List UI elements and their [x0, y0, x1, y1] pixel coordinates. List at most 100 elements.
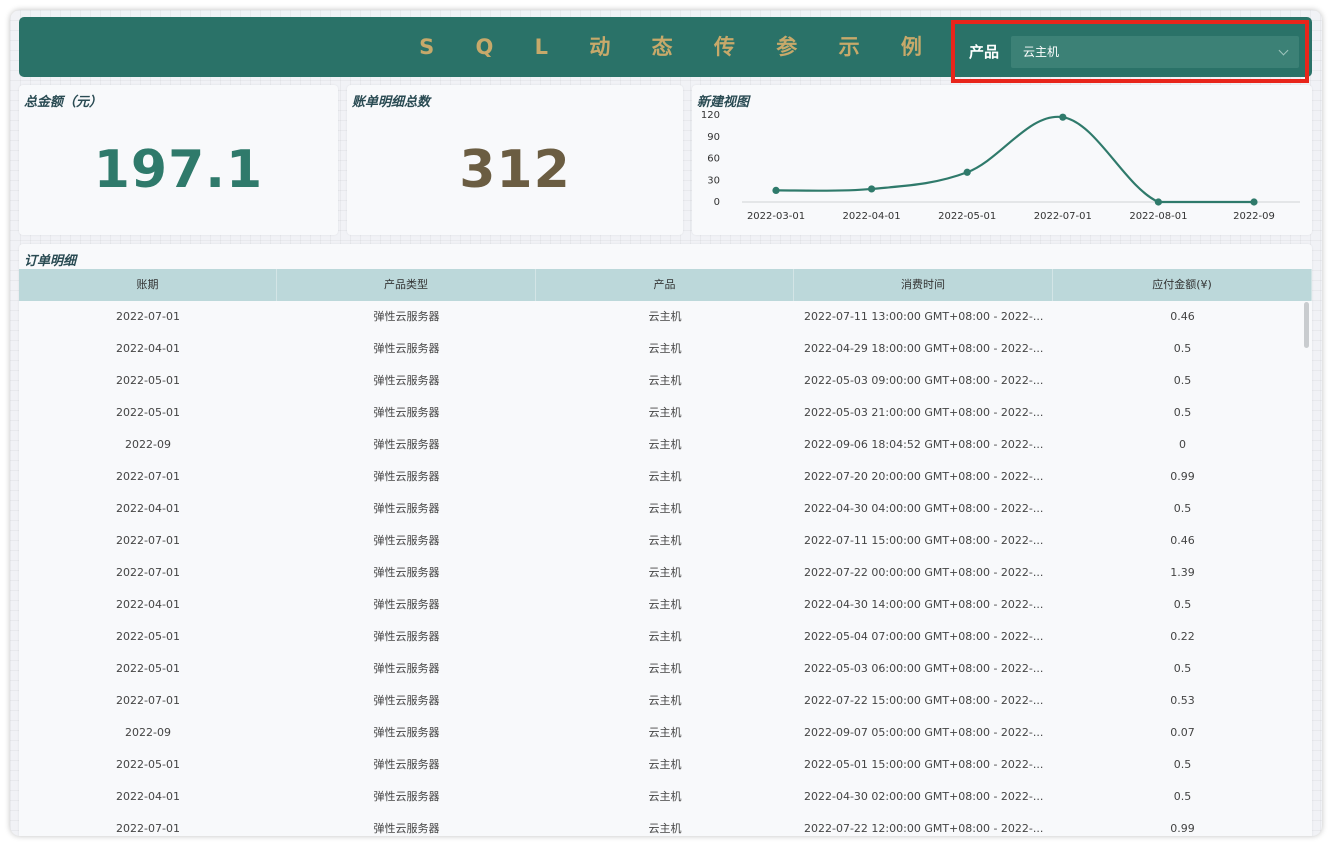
table-cell: 0.5	[1173, 342, 1192, 355]
table-cell: 弹性云服务器	[373, 790, 440, 803]
series-line	[775, 115, 1254, 204]
table-cell: 2022-05-01	[116, 630, 180, 643]
column-header[interactable]: 产品类型	[277, 269, 536, 301]
table-cell: 2022-04-30 04:00:00 GMT+08:00 - 2022-...	[804, 502, 1044, 515]
product-filter-value: 云主机	[1023, 45, 1060, 59]
table-cell: 云主机	[648, 598, 682, 611]
product-filter-select[interactable]: 云主机	[1011, 36, 1299, 68]
order-table-card: 订单明细 账期 产品类型 产品 消费时间 应付金额(¥) 2022-07-01 弹性云服务…	[19, 244, 1312, 836]
table-cell: 弹性云服务器	[373, 630, 440, 643]
table-cell: 弹性云服务器	[373, 726, 440, 739]
product-filter-label: 产品	[969, 43, 1000, 61]
table-cell: 0.5	[1173, 598, 1192, 611]
table-cell: 0	[1179, 438, 1186, 451]
x-tick-label: 2022-03-01	[747, 211, 805, 222]
table-cell: 2022-05-01	[116, 758, 180, 771]
table-cell: 2022-04-01	[116, 790, 180, 803]
table-cell: 0.99	[1170, 822, 1195, 835]
table-row[interactable]: 2022-05-01 弹性云服务器 云主机 2022-05-03 06:00:00 G…	[19, 653, 1312, 685]
table-cell: 弹性云服务器	[373, 374, 440, 387]
data-point[interactable]	[772, 186, 780, 194]
table-cell: 0.46	[1170, 534, 1195, 547]
x-tick-label: 2022-09	[1233, 211, 1275, 222]
column-header[interactable]: 产品	[536, 269, 794, 301]
table-cell: 2022-07-11 13:00:00 GMT+08:00 - 2022-...	[804, 310, 1044, 323]
data-point[interactable]	[1250, 198, 1258, 206]
x-tick-label: 2022-07-01	[1034, 211, 1092, 222]
table-cell: 0.5	[1173, 790, 1192, 803]
table-row[interactable]: 2022-07-01 弹性云服务器 云主机 2022-07-11 15:00:00 G…	[19, 525, 1312, 557]
table-row[interactable]: 2022-04-01 弹性云服务器 云主机 2022-04-30 14:00:00 G…	[19, 589, 1312, 621]
column-header[interactable]: 应付金额(¥)	[1053, 269, 1312, 301]
data-point[interactable]	[1059, 113, 1067, 121]
x-tick-label: 2022-08-01	[1129, 211, 1187, 222]
table-cell: 云主机	[648, 726, 682, 739]
table-cell: 2022-07-20 20:00:00 GMT+08:00 - 2022-...	[804, 470, 1044, 483]
table-row[interactable]: 2022-07-01 弹性云服务器 云主机 2022-07-22 00:00:00 G…	[19, 557, 1312, 589]
table-row[interactable]: 2022-07-01 弹性云服务器 云主机 2022-07-20 20:00:00 G…	[19, 461, 1312, 493]
y-tick-label: 90	[707, 132, 720, 143]
kpi-count-value: 312	[459, 140, 571, 200]
table-cell: 2022-07-11 15:00:00 GMT+08:00 - 2022-...	[804, 534, 1044, 547]
x-tick-label: 2022-05-01	[938, 211, 996, 222]
table-cell: 2022-09-07 05:00:00 GMT+08:00 - 2022-...	[804, 726, 1044, 739]
table-title: 订单明细	[24, 254, 77, 269]
table-cell: 云主机	[648, 534, 682, 547]
table-cell: 0.22	[1170, 630, 1195, 643]
table-cell: 云主机	[648, 630, 682, 643]
dashboard-frame: S Q L 动 态 传 参 示 例 产品 云主机 总金额（元） 197.1 账单…	[10, 10, 1322, 836]
product-filter-highlight: 产品 云主机	[951, 20, 1309, 83]
data-point[interactable]	[868, 185, 876, 193]
kpi-total-card: 总金额（元） 197.1	[19, 85, 338, 235]
x-tick-label: 2022-04-01	[843, 211, 901, 222]
table-cell: 2022-05-03 09:00:00 GMT+08:00 - 2022-...	[804, 374, 1044, 387]
table-cell: 2022-09-06 18:04:52 GMT+08:00 - 2022-...	[804, 438, 1044, 451]
dashboard-header: S Q L 动 态 传 参 示 例 产品 云主机	[19, 17, 1312, 83]
table-row[interactable]: 2022-05-01 弹性云服务器 云主机 2022-05-03 09:00:00 G…	[19, 365, 1312, 397]
kpi-count-title: 账单明细总数	[352, 95, 431, 110]
table-cell: 0.5	[1173, 374, 1192, 387]
kpi-total-value: 197.1	[93, 140, 264, 200]
data-point[interactable]	[1154, 198, 1162, 206]
table-row[interactable]: 2022-09 弹性云服务器 云主机 2022-09-06 18:04:52 GMT+…	[19, 429, 1312, 461]
table-cell: 2022-07-22 15:00:00 GMT+08:00 - 2022-...	[804, 694, 1044, 707]
chevron-down-icon	[1278, 45, 1289, 56]
table-cell: 云主机	[648, 470, 682, 483]
table-cell: 弹性云服务器	[373, 438, 440, 451]
table-cell: 2022-05-01 15:00:00 GMT+08:00 - 2022-...	[804, 758, 1044, 771]
table-cell: 弹性云服务器	[373, 694, 440, 707]
table-row[interactable]: 2022-04-01 弹性云服务器 云主机 2022-04-30 02:00:00 G…	[19, 781, 1312, 813]
table-cell: 0.5	[1173, 662, 1192, 675]
column-header[interactable]: 消费时间	[794, 269, 1053, 301]
table-cell: 2022-05-01	[116, 662, 180, 675]
column-header[interactable]: 账期	[19, 269, 277, 301]
table-row[interactable]: 2022-05-01 弹性云服务器 云主机 2022-05-01 15:00:00 G…	[19, 749, 1312, 781]
table-cell: 2022-07-01	[116, 566, 180, 579]
table-cell: 弹性云服务器	[373, 662, 440, 675]
table-row[interactable]: 2022-07-01 弹性云服务器 云主机 2022-07-11 13:00:00 G…	[19, 301, 1312, 333]
table-cell: 0.53	[1170, 694, 1195, 707]
table-row[interactable]: 2022-04-01 弹性云服务器 云主机 2022-04-30 04:00:00 G…	[19, 493, 1312, 525]
table-row[interactable]: 2022-09 弹性云服务器 云主机 2022-09-07 05:00:00 GMT+…	[19, 717, 1312, 749]
table-cell: 2022-07-22 12:00:00 GMT+08:00 - 2022-...	[804, 822, 1044, 835]
table-cell: 弹性云服务器	[373, 822, 440, 835]
table-cell: 2022-04-01	[116, 598, 180, 611]
table-cell: 0.5	[1173, 758, 1192, 771]
table-row[interactable]: 2022-07-01 弹性云服务器 云主机 2022-07-22 15:00:00 G…	[19, 685, 1312, 717]
table-header: 账期 产品类型 产品 消费时间 应付金额(¥)	[19, 269, 1312, 301]
table-cell: 云主机	[648, 502, 682, 515]
table-row[interactable]: 2022-05-01 弹性云服务器 云主机 2022-05-04 07:00:00 G…	[19, 621, 1312, 653]
table-cell: 弹性云服务器	[373, 502, 440, 515]
table-cell: 2022-07-01	[116, 534, 180, 547]
table-cell: 0.5	[1173, 502, 1192, 515]
table-cell: 2022-05-03 21:00:00 GMT+08:00 - 2022-...	[804, 406, 1044, 419]
table-cell: 2022-04-01	[116, 502, 180, 515]
table-row[interactable]: 2022-04-01 弹性云服务器 云主机 2022-04-29 18:00:00 G…	[19, 333, 1312, 365]
kpi-total-title: 总金额（元）	[24, 95, 103, 110]
table-row[interactable]: 2022-05-01 弹性云服务器 云主机 2022-05-03 21:00:00 G…	[19, 397, 1312, 429]
line-chart: 0 30 60 90 120 2022-03-01 2022-04-01 2022-05-01…	[701, 110, 1300, 222]
table-scrollbar[interactable]	[1304, 302, 1309, 348]
data-point[interactable]	[963, 168, 971, 176]
table-cell: 弹性云服务器	[373, 566, 440, 579]
table-row[interactable]: 2022-07-01 弹性云服务器 云主机 2022-07-22 12:00:00 G…	[19, 813, 1312, 836]
